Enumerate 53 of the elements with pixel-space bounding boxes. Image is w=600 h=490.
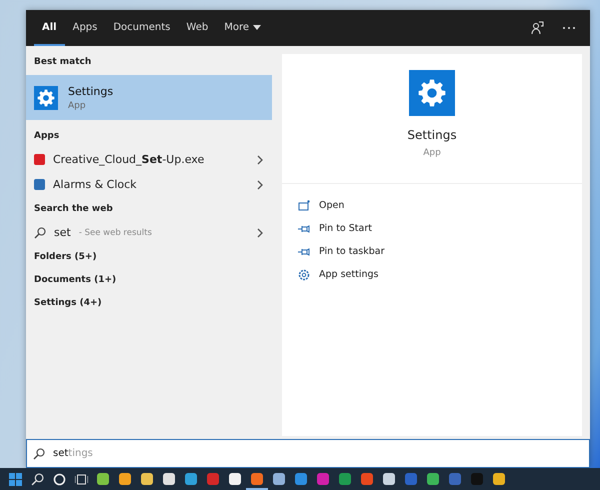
tab[interactable]: Apps: [64, 10, 106, 46]
app-name: Creative_Cloud_Set-Up.exe: [53, 153, 204, 166]
settings-gear-icon: [409, 70, 455, 116]
tab[interactable]: More: [216, 10, 269, 46]
pin-icon: [298, 222, 310, 234]
search-icon: [33, 448, 45, 460]
search-icon[interactable]: [30, 472, 44, 486]
search-icon: [34, 226, 46, 238]
category-link[interactable]: Folders (5+): [26, 245, 272, 268]
best-match-item[interactable]: Settings App: [26, 75, 272, 120]
search-field[interactable]: settings: [26, 439, 590, 468]
tab[interactable]: Documents: [105, 10, 178, 46]
section-heading: Apps: [33, 130, 60, 142]
app-icon[interactable]: [493, 473, 505, 485]
app-icon[interactable]: [119, 473, 131, 485]
action-item[interactable]: Pin to taskbar: [296, 240, 387, 263]
search-text: settings: [53, 448, 93, 459]
start-icon[interactable]: [8, 472, 22, 486]
app-icon[interactable]: [229, 473, 241, 485]
pin-icon: [298, 246, 310, 258]
category-link[interactable]: Documents (1+): [26, 268, 272, 291]
app-result[interactable]: Creative_Cloud_Set-Up.exe: [26, 147, 272, 172]
result-title: Settings: [68, 84, 114, 98]
tab[interactable]: Web: [178, 10, 216, 46]
result-type: App: [68, 100, 87, 110]
app-icon[interactable]: [97, 473, 109, 485]
app-icon[interactable]: [383, 473, 395, 485]
chevron-icon: [256, 228, 264, 238]
preview-title: Settings: [407, 128, 457, 142]
web-hint: - See web results: [78, 228, 152, 238]
section-heading: Search the web: [33, 202, 114, 216]
circle-icon[interactable]: [52, 472, 66, 486]
chevron-icon: [256, 154, 264, 164]
app-icon[interactable]: [141, 473, 153, 485]
settings-gear-icon: [34, 86, 58, 110]
web-result[interactable]: set - See web results: [26, 220, 272, 245]
app-icon[interactable]: [273, 473, 285, 485]
preview-type: App: [423, 148, 441, 158]
action-item[interactable]: Pin to Start: [296, 217, 374, 240]
action-item[interactable]: App settings: [296, 263, 380, 286]
feedback-icon[interactable]: [530, 21, 544, 35]
app-name: Alarms & Clock: [53, 178, 137, 191]
open-window-icon: [298, 200, 310, 212]
action-item[interactable]: Open: [296, 194, 346, 217]
web-query: set: [54, 226, 71, 239]
app-icon[interactable]: [163, 473, 175, 485]
category-link[interactable]: Settings (4+): [26, 291, 272, 314]
app-icon[interactable]: [427, 473, 439, 485]
chevron-icon: [256, 180, 264, 190]
section-heading: Best match: [33, 56, 92, 68]
app-result[interactable]: Alarms & Clock: [26, 172, 272, 197]
task-view-icon[interactable]: [74, 472, 88, 486]
gear-icon: [298, 268, 310, 280]
